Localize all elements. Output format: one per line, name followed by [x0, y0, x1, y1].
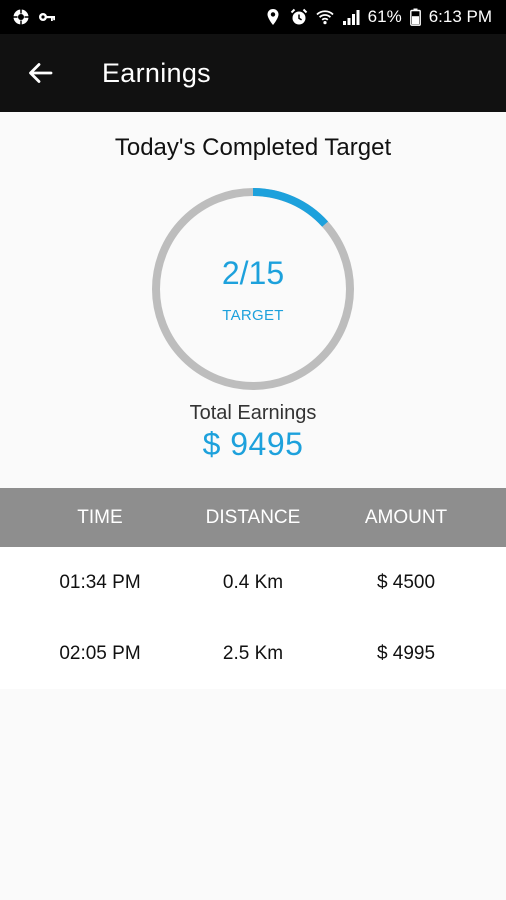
- status-left: [12, 8, 56, 26]
- status-time: 6:13 PM: [428, 7, 492, 26]
- target-label: TARGET: [222, 307, 284, 324]
- header-time: TIME: [77, 506, 123, 528]
- header-amount: AMOUNT: [364, 506, 448, 528]
- alarm-icon: [290, 8, 308, 26]
- back-button[interactable]: [12, 45, 68, 101]
- row-distance: 2.5 Km: [222, 642, 284, 664]
- total-earnings-value: $ 9495: [202, 426, 304, 462]
- table-row: 01:34 PM 0.4 Km $ 4500: [0, 547, 506, 618]
- row-amount: $ 4995: [376, 642, 436, 664]
- total-earnings-label: Total Earnings: [189, 402, 317, 424]
- target-progress-ring: 2/15 TARGET: [151, 187, 355, 391]
- row-time: 02:05 PM: [59, 642, 141, 664]
- row-amount: $ 4500: [376, 571, 436, 593]
- signal-icon: [342, 8, 360, 26]
- app-bar: Earnings: [0, 34, 506, 112]
- battery-icon: [409, 8, 421, 26]
- arrow-left-icon: [29, 63, 53, 83]
- row-time: 01:34 PM: [59, 571, 141, 593]
- header-distance: DISTANCE: [205, 506, 301, 528]
- app-notification-icon: [12, 8, 30, 26]
- battery-percent: 61%: [367, 7, 402, 26]
- earnings-table: TIME DISTANCE AMOUNT 01:34 PM 0.4 Km $ 4…: [0, 488, 506, 689]
- page-title: Earnings: [102, 57, 211, 88]
- row-distance: 0.4 Km: [222, 571, 284, 593]
- table-header: TIME DISTANCE AMOUNT: [0, 488, 506, 547]
- status-right: 61% 6:13 PM: [264, 7, 492, 27]
- location-icon: [264, 8, 282, 26]
- key-icon: [38, 8, 56, 26]
- status-bar: 61% 6:13 PM: [0, 0, 506, 34]
- target-count: 2/15: [221, 255, 285, 291]
- table-row: 02:05 PM 2.5 Km $ 4995: [0, 618, 506, 689]
- wifi-icon: [316, 8, 334, 26]
- target-heading: Today's Completed Target: [114, 134, 392, 161]
